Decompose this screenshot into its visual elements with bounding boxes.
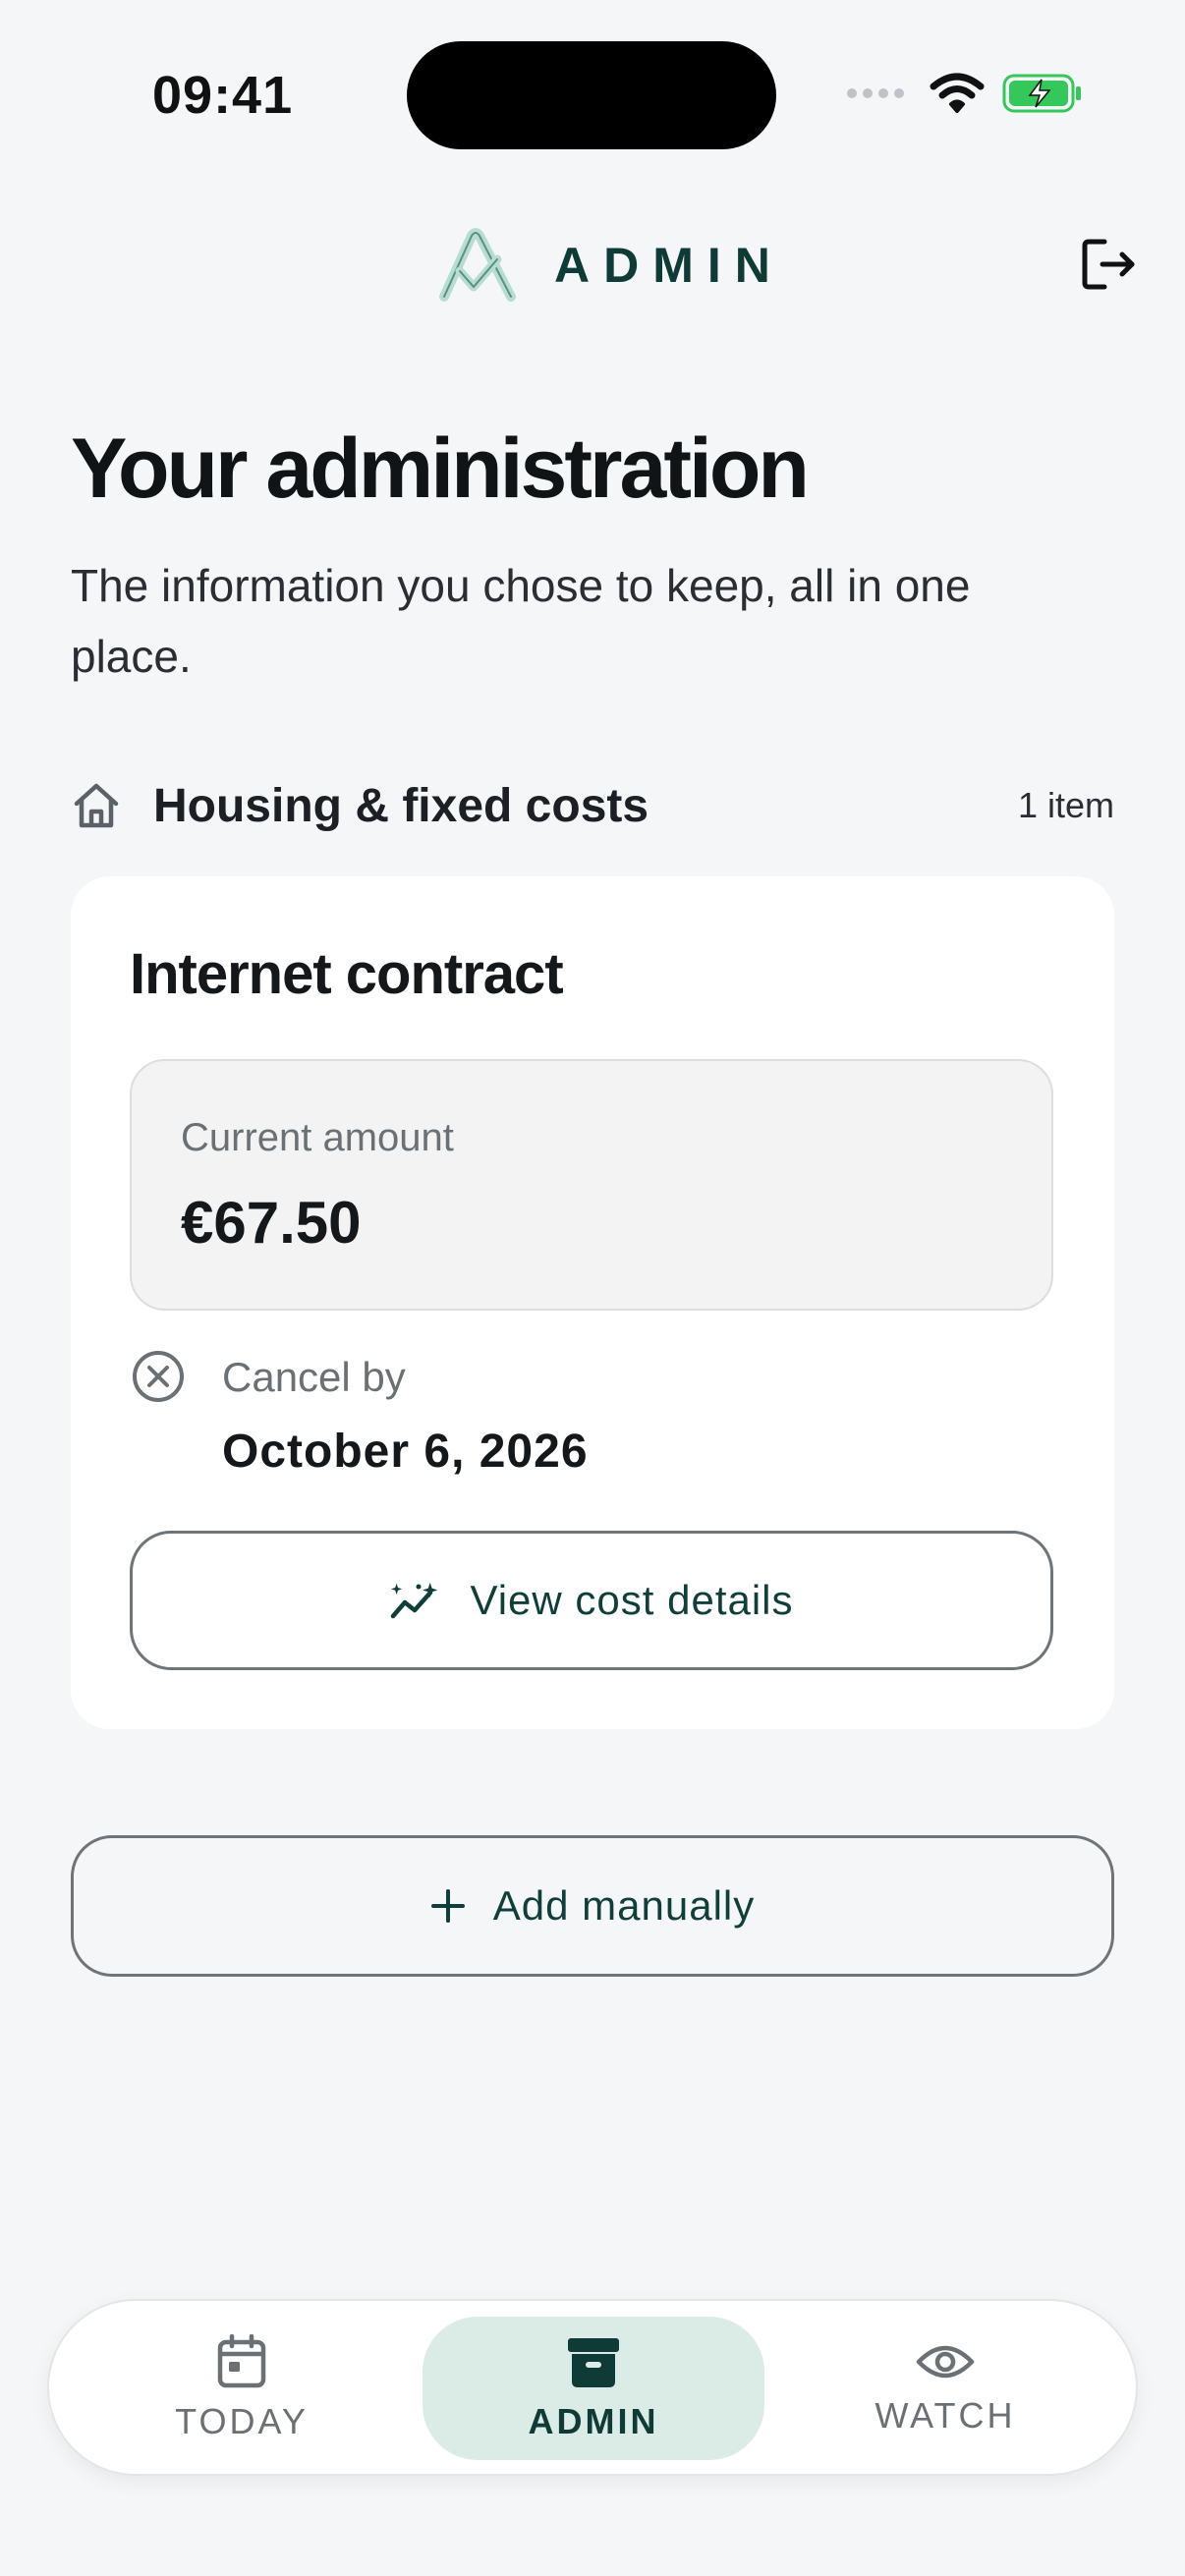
brand-name: ADMIN [554,238,784,293]
amount-value: €67.50 [181,1190,362,1256]
plus-icon [430,1889,465,1923]
card-title: Internet contract [130,942,564,1006]
battery-charging-icon [1002,74,1081,113]
status-time: 09:41 [152,66,294,125]
page-subtitle: The information you chose to keep, all i… [71,560,971,682]
logout-button[interactable] [1077,232,1142,297]
home-icon [71,776,130,835]
add-manually-label: Add manually [492,1882,756,1929]
logout-icon [1082,239,1135,290]
view-cost-details-label: View cost details [470,1577,794,1623]
cancel-by-date: October 6, 2026 [222,1426,589,1478]
nav-item-admin[interactable]: ADMIN [423,2317,764,2460]
cancel-by-row: Cancel by October 6, 2026 [130,1348,1053,1485]
cellular-signal-icon [847,88,904,98]
page-title: Your administration [71,421,810,516]
archive-icon [568,2338,619,2387]
amount-label: Current amount [181,1116,454,1159]
current-amount-box: Current amount €67.50 [130,1059,1053,1311]
dynamic-island [407,41,776,149]
nav-label-today: TODAY [175,2401,309,2441]
app-header: ADMIN [0,216,1185,314]
nav-item-watch[interactable]: WATCH [774,2317,1116,2460]
section-header: Housing & fixed costs 1 item [71,766,1114,845]
eye-icon [916,2345,975,2379]
cancel-by-label: Cancel by [222,1354,406,1400]
status-bar: 09:41 [0,0,1185,187]
view-cost-details-button[interactable]: View cost details [130,1531,1053,1670]
nav-label-admin: ADMIN [528,2401,659,2441]
status-indicators [847,73,1083,114]
calendar-icon [217,2334,266,2388]
add-manually-button[interactable]: Add manually [71,1835,1114,1977]
internet-contract-card[interactable]: Internet contract Current amount €67.50 … [71,876,1114,1729]
cancel-circle-icon [133,1351,184,1402]
section-title: Housing & fixed costs [153,779,649,832]
brand-logo-icon [439,228,516,302]
wifi-icon [930,73,985,113]
bottom-navigation: TODAY ADMIN WATCH [47,2299,1138,2476]
brand: ADMIN [438,228,784,303]
nav-label-watch: WATCH [875,2395,1016,2436]
nav-item-today[interactable]: TODAY [71,2317,413,2460]
sparkle-chart-icon [391,1582,438,1619]
section-item-count: 1 item [1017,785,1114,825]
